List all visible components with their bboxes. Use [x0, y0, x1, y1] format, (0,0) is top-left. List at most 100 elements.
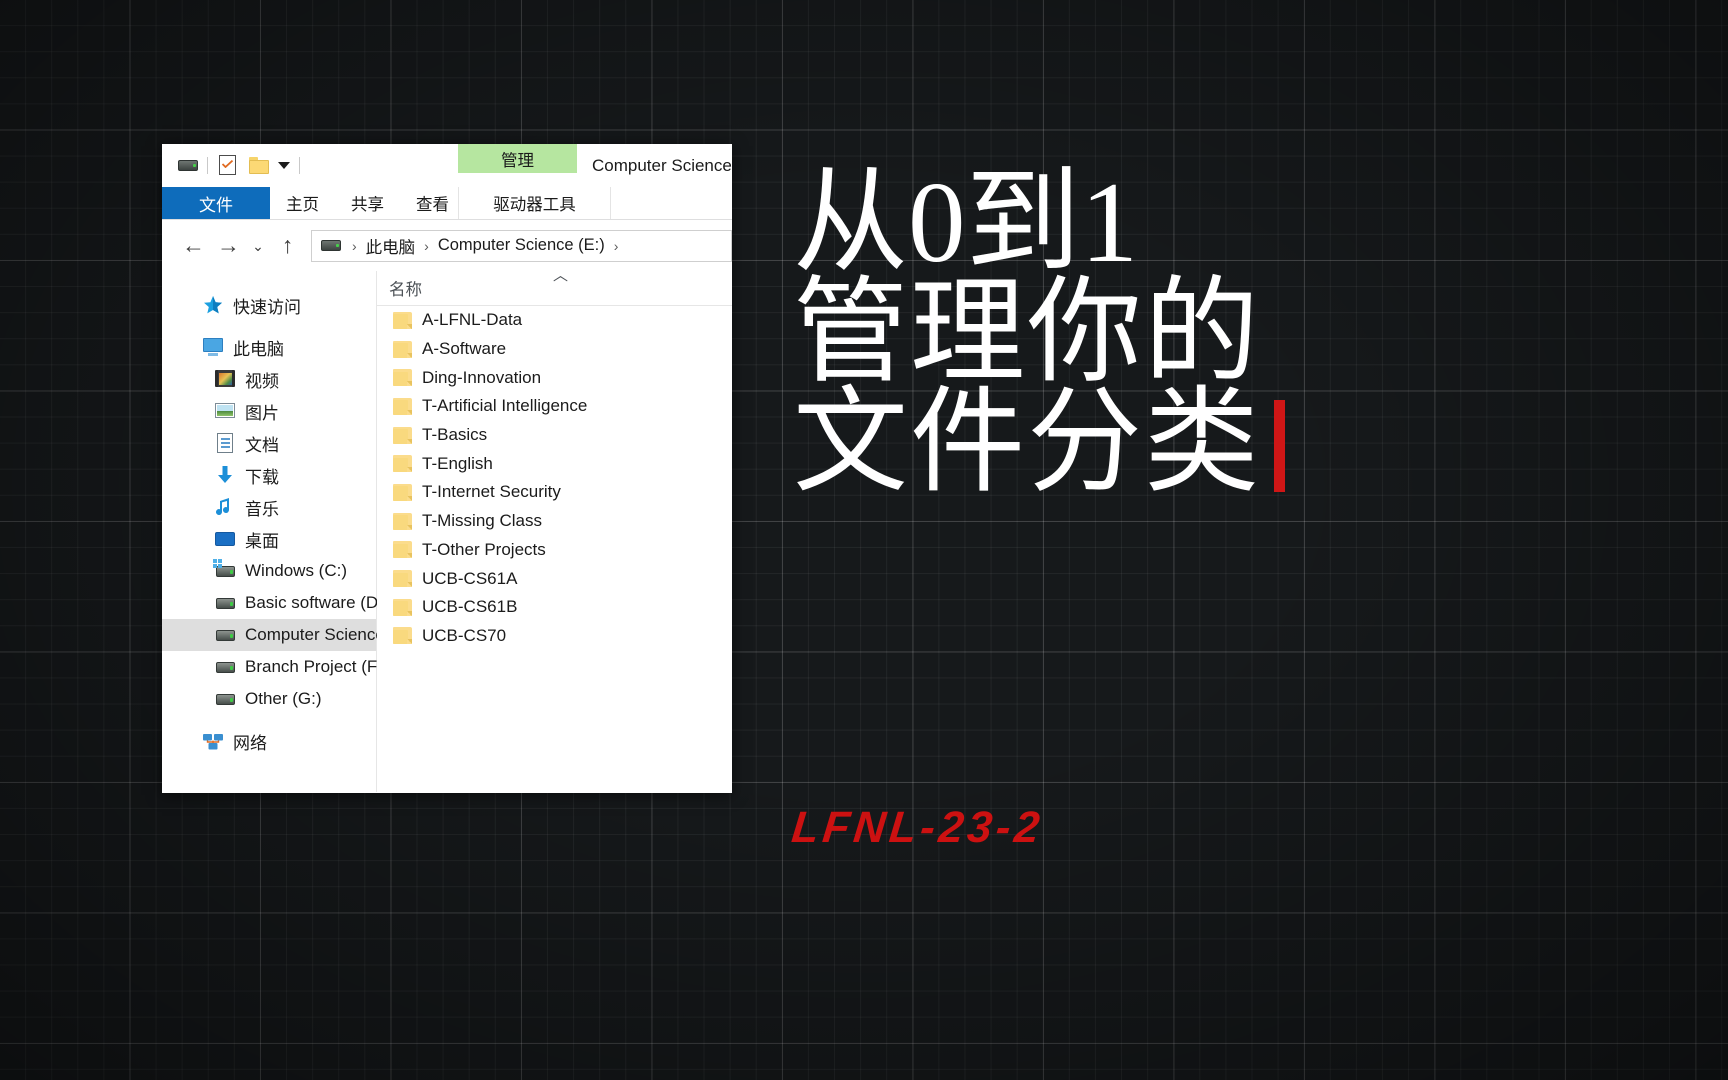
- folder-icon: [393, 512, 412, 530]
- folder-icon: [393, 455, 412, 473]
- chevron-down-icon[interactable]: [278, 162, 290, 169]
- sidebar-item-label: 视频: [245, 371, 279, 391]
- folder-icon: [393, 483, 412, 501]
- list-item[interactable]: T-Other Projects: [377, 536, 732, 565]
- drive-icon: [214, 657, 236, 677]
- breadcrumb[interactable]: › 此电脑 › Computer Science (E:) ›: [311, 229, 732, 262]
- navigation-pane: 快速访问 此电脑 视频 图片 文档 下载 音乐 桌面 Windows (C:) …: [162, 271, 385, 792]
- sidebar-item-desktop[interactable]: 桌面: [162, 523, 376, 555]
- music-icon: [214, 497, 236, 517]
- file-list-pane: 名称 ︿ A-LFNL-Data A-Software Ding-Innovat…: [377, 267, 732, 792]
- chevron-down-icon-recent[interactable]: ⌄: [246, 228, 270, 263]
- list-item[interactable]: UCB-CS70: [377, 622, 732, 651]
- breadcrumb-item-this-pc[interactable]: 此电脑: [364, 234, 418, 258]
- headline-line-3: 文件分类: [793, 379, 1262, 506]
- contextual-tab-group-label: 管理: [458, 144, 577, 173]
- tab-drive-tools[interactable]: 驱动器工具: [458, 187, 611, 219]
- downloads-icon: [214, 465, 236, 485]
- file-name: T-Basics: [422, 425, 488, 445]
- list-item[interactable]: A-LFNL-Data: [377, 306, 732, 335]
- file-explorer-window: 管理 Computer Science 文件 主页 共享 查看 驱动器工具 ← …: [162, 144, 732, 793]
- sidebar-group-gap-2: [162, 715, 376, 725]
- list-item[interactable]: UCB-CS61B: [377, 593, 732, 622]
- file-name: UCB-CS61B: [422, 597, 518, 617]
- tab-home[interactable]: 主页: [270, 187, 335, 219]
- list-item[interactable]: UCB-CS61A: [377, 564, 732, 593]
- sidebar-item-documents[interactable]: 文档: [162, 427, 376, 459]
- list-item[interactable]: T-Artificial Intelligence: [377, 392, 732, 421]
- this-pc-icon: [202, 337, 224, 357]
- file-name: T-English: [422, 453, 493, 473]
- sidebar-item-label: Branch Project (F:: [245, 657, 382, 676]
- toolbar-divider-2: [299, 157, 300, 174]
- toolbar-divider: [207, 157, 208, 174]
- list-item[interactable]: T-English: [377, 449, 732, 478]
- tab-file[interactable]: 文件: [162, 187, 270, 219]
- sidebar-item-label: Computer Science: [245, 625, 385, 644]
- tab-share[interactable]: 共享: [335, 187, 400, 219]
- arrow-left-icon[interactable]: ←: [176, 228, 211, 263]
- new-folder-icon[interactable]: [249, 157, 269, 174]
- headline-line-2: 管理你的: [793, 269, 1262, 396]
- breadcrumb-item-drive[interactable]: Computer Science (E:): [436, 236, 607, 255]
- folder-icon: [393, 598, 412, 616]
- sidebar-item-label: 音乐: [245, 499, 279, 519]
- breadcrumb-separator-2[interactable]: ›: [607, 238, 626, 254]
- file-name: A-LFNL-Data: [422, 310, 523, 330]
- column-header-name[interactable]: 名称: [377, 276, 422, 300]
- arrow-up-icon[interactable]: ↑: [270, 228, 305, 263]
- sidebar-item-label: 文档: [245, 435, 279, 455]
- sidebar-item-quick-access[interactable]: 快速访问: [162, 289, 376, 321]
- sidebar-item-pictures[interactable]: 图片: [162, 395, 376, 427]
- sidebar-item-label: 桌面: [245, 531, 279, 551]
- sidebar-item-downloads[interactable]: 下载: [162, 459, 376, 491]
- pictures-icon: [214, 401, 236, 421]
- arrow-right-icon[interactable]: →: [211, 228, 246, 263]
- windows-drive-icon: [213, 559, 236, 581]
- sidebar-item-network[interactable]: 网络: [162, 725, 376, 757]
- sidebar-item-other-g[interactable]: Other (G:): [162, 683, 376, 715]
- headline-line-1: 从0到1: [793, 159, 1139, 286]
- folder-icon: [393, 426, 412, 444]
- drive-icon[interactable]: [178, 159, 198, 172]
- breadcrumb-separator-1: ›: [424, 237, 429, 254]
- network-icon: [202, 731, 224, 751]
- folder-icon: [393, 541, 412, 559]
- check-glyph: [222, 160, 233, 168]
- folder-icon: [393, 627, 412, 645]
- sidebar-item-videos[interactable]: 视频: [162, 363, 376, 395]
- sidebar-item-basic-software-d[interactable]: Basic software (D: [162, 587, 378, 619]
- breadcrumb-separator-0: ›: [352, 237, 357, 254]
- list-item[interactable]: Ding-Innovation: [377, 363, 732, 392]
- file-name: UCB-CS70: [422, 625, 507, 645]
- sidebar-item-branch-project-f[interactable]: Branch Project (F:: [162, 651, 382, 683]
- list-item[interactable]: T-Internet Security: [377, 478, 732, 507]
- folder-icon: [393, 570, 412, 588]
- headline-line-3-wrapper: 文件分类: [793, 385, 1286, 500]
- sidebar-item-windows-c[interactable]: Windows (C:): [162, 555, 376, 587]
- tab-view[interactable]: 查看: [400, 187, 465, 219]
- folder-icon: [393, 311, 412, 329]
- folder-icon: [393, 340, 412, 358]
- sidebar-item-this-pc[interactable]: 此电脑: [162, 331, 376, 363]
- quick-access-toolbar: [162, 155, 309, 176]
- drive-icon: [214, 689, 236, 709]
- ribbon-tab-bar: 文件 主页 共享 查看 驱动器工具: [162, 187, 732, 220]
- text-caret: [1274, 400, 1286, 492]
- properties-icon[interactable]: [219, 155, 237, 176]
- sidebar-item-music[interactable]: 音乐: [162, 491, 376, 523]
- videos-icon: [214, 369, 236, 389]
- desktop-icon: [214, 529, 236, 549]
- folder-icon: [393, 397, 412, 415]
- list-item[interactable]: T-Basics: [377, 421, 732, 450]
- window-title: Computer Science: [592, 155, 732, 175]
- file-name: Ding-Innovation: [422, 367, 542, 387]
- list-item[interactable]: A-Software: [377, 335, 732, 364]
- drive-icon: [214, 593, 236, 613]
- list-item[interactable]: T-Missing Class: [377, 507, 732, 536]
- file-name: T-Artificial Intelligence: [422, 396, 588, 416]
- breadcrumb-drive-icon: [321, 239, 341, 252]
- sidebar-item-computer-science-e[interactable]: Computer Science: [162, 619, 385, 651]
- star-icon: [202, 295, 224, 315]
